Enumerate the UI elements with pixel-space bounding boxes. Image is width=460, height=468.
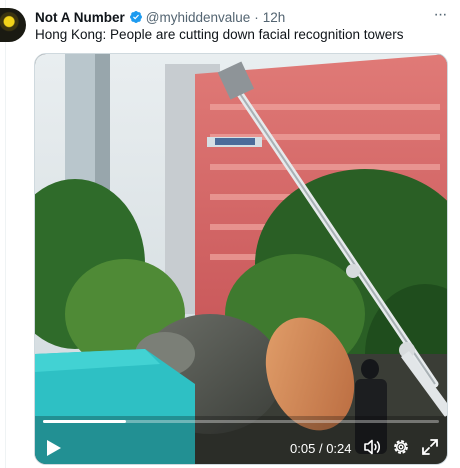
volume-icon[interactable] (362, 437, 382, 457)
thread-divider (5, 0, 6, 468)
more-horizontal-icon[interactable]: ··· (431, 7, 449, 26)
verified-badge-icon (129, 10, 143, 24)
timestamp[interactable]: 12h (263, 10, 286, 25)
video-player[interactable]: 0:05 / 0:24 (34, 53, 448, 465)
time-separator: / (318, 441, 323, 456)
author-name[interactable]: Not A Number (35, 10, 125, 25)
video-progress-bar[interactable] (43, 420, 439, 423)
meta-separator: · (254, 9, 259, 25)
current-time: 0:05 (290, 441, 316, 456)
video-frame (35, 54, 447, 464)
author-handle[interactable]: @myhiddenvalue (146, 10, 251, 25)
video-time: 0:05 / 0:24 (290, 441, 352, 456)
duration: 0:24 (326, 441, 352, 456)
fullscreen-icon[interactable] (420, 437, 440, 457)
play-icon[interactable] (45, 438, 63, 458)
tweet-header: Not A Number @myhiddenvalue · 12h (35, 8, 285, 26)
avatar[interactable] (0, 8, 26, 42)
gear-icon[interactable] (391, 437, 411, 457)
video-progress-fill (43, 420, 127, 423)
tweet-text: Hong Kong: People are cutting down facia… (35, 27, 404, 42)
